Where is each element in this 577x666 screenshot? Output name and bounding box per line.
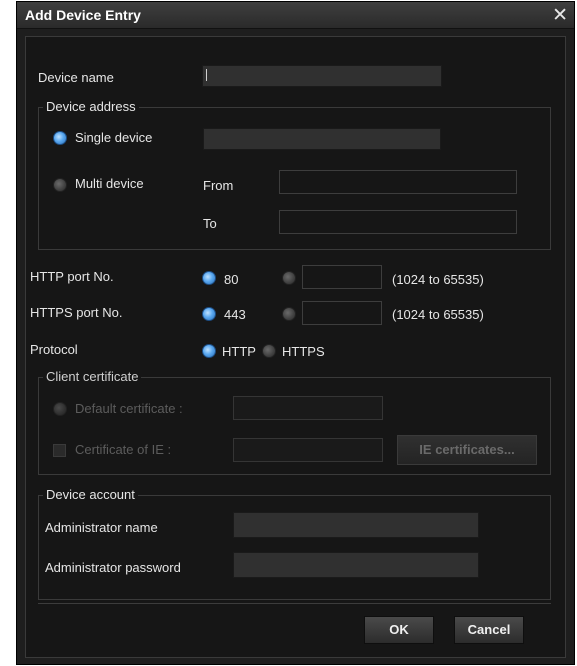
default-certificate-radio[interactable] [53, 402, 67, 416]
https-port-range: (1024 to 65535) [392, 307, 484, 322]
certificate-of-ie-input[interactable] [233, 438, 383, 462]
device-account-group: Device account Administrator name Admini… [38, 487, 551, 600]
protocol-https-radio[interactable] [262, 344, 276, 358]
protocol-label: Protocol [30, 342, 78, 357]
default-certificate-label: Default certificate : [75, 401, 183, 416]
multi-device-label: Multi device [75, 176, 144, 191]
multi-device-radio[interactable] [53, 178, 67, 192]
from-address-input[interactable] [279, 170, 517, 194]
protocol-http-label: HTTP [222, 344, 256, 359]
client-certificate-legend: Client certificate [43, 369, 142, 384]
http-port-range: (1024 to 65535) [392, 272, 484, 287]
client-certificate-group: Client certificate Default certificate :… [38, 369, 551, 475]
ok-button[interactable]: OK [364, 616, 434, 644]
protocol-https-label: HTTPS [282, 344, 325, 359]
http-port-label: HTTP port No. [30, 269, 114, 284]
text-caret [206, 69, 207, 81]
cancel-button[interactable]: Cancel [454, 616, 524, 644]
device-account-legend: Device account [43, 487, 138, 502]
close-icon[interactable]: ✕ [552, 4, 568, 27]
single-device-address-input[interactable] [203, 128, 441, 150]
admin-password-input[interactable] [233, 552, 479, 578]
device-address-group: Device address Single device Multi devic… [38, 99, 551, 250]
protocol-http-radio[interactable] [202, 344, 216, 358]
certificate-of-ie-label: Certificate of IE : [75, 442, 172, 457]
single-device-radio[interactable] [53, 131, 67, 145]
to-label: To [203, 216, 217, 231]
device-name-input[interactable] [202, 65, 442, 87]
add-device-entry-dialog: Add Device Entry ✕ Device name Device ad… [16, 1, 575, 665]
http-port-default-radio[interactable] [202, 271, 216, 285]
admin-name-label: Administrator name [45, 520, 158, 535]
https-port-default-value: 443 [224, 307, 246, 322]
to-address-input[interactable] [279, 210, 517, 234]
ie-certificates-button[interactable]: IE certificates... [397, 435, 537, 465]
admin-password-label: Administrator password [45, 560, 181, 575]
certificate-of-ie-checkbox[interactable] [53, 444, 66, 457]
https-port-default-radio[interactable] [202, 307, 216, 321]
footer-separator [38, 603, 551, 604]
dialog-title: Add Device Entry [25, 7, 141, 23]
http-port-custom-input[interactable] [302, 265, 382, 289]
https-port-label: HTTPS port No. [30, 305, 123, 320]
dialog-body: Device name Device address Single device… [25, 36, 566, 658]
https-port-custom-radio[interactable] [282, 307, 296, 321]
from-label: From [203, 178, 234, 193]
http-port-default-value: 80 [224, 272, 239, 287]
device-name-label: Device name [38, 70, 114, 85]
single-device-label: Single device [75, 130, 153, 145]
device-address-legend: Device address [43, 99, 139, 114]
default-certificate-input[interactable] [233, 396, 383, 420]
http-port-custom-radio[interactable] [282, 271, 296, 285]
admin-name-input[interactable] [233, 512, 479, 538]
https-port-custom-input[interactable] [302, 301, 382, 325]
title-bar[interactable]: Add Device Entry ✕ [17, 2, 574, 29]
